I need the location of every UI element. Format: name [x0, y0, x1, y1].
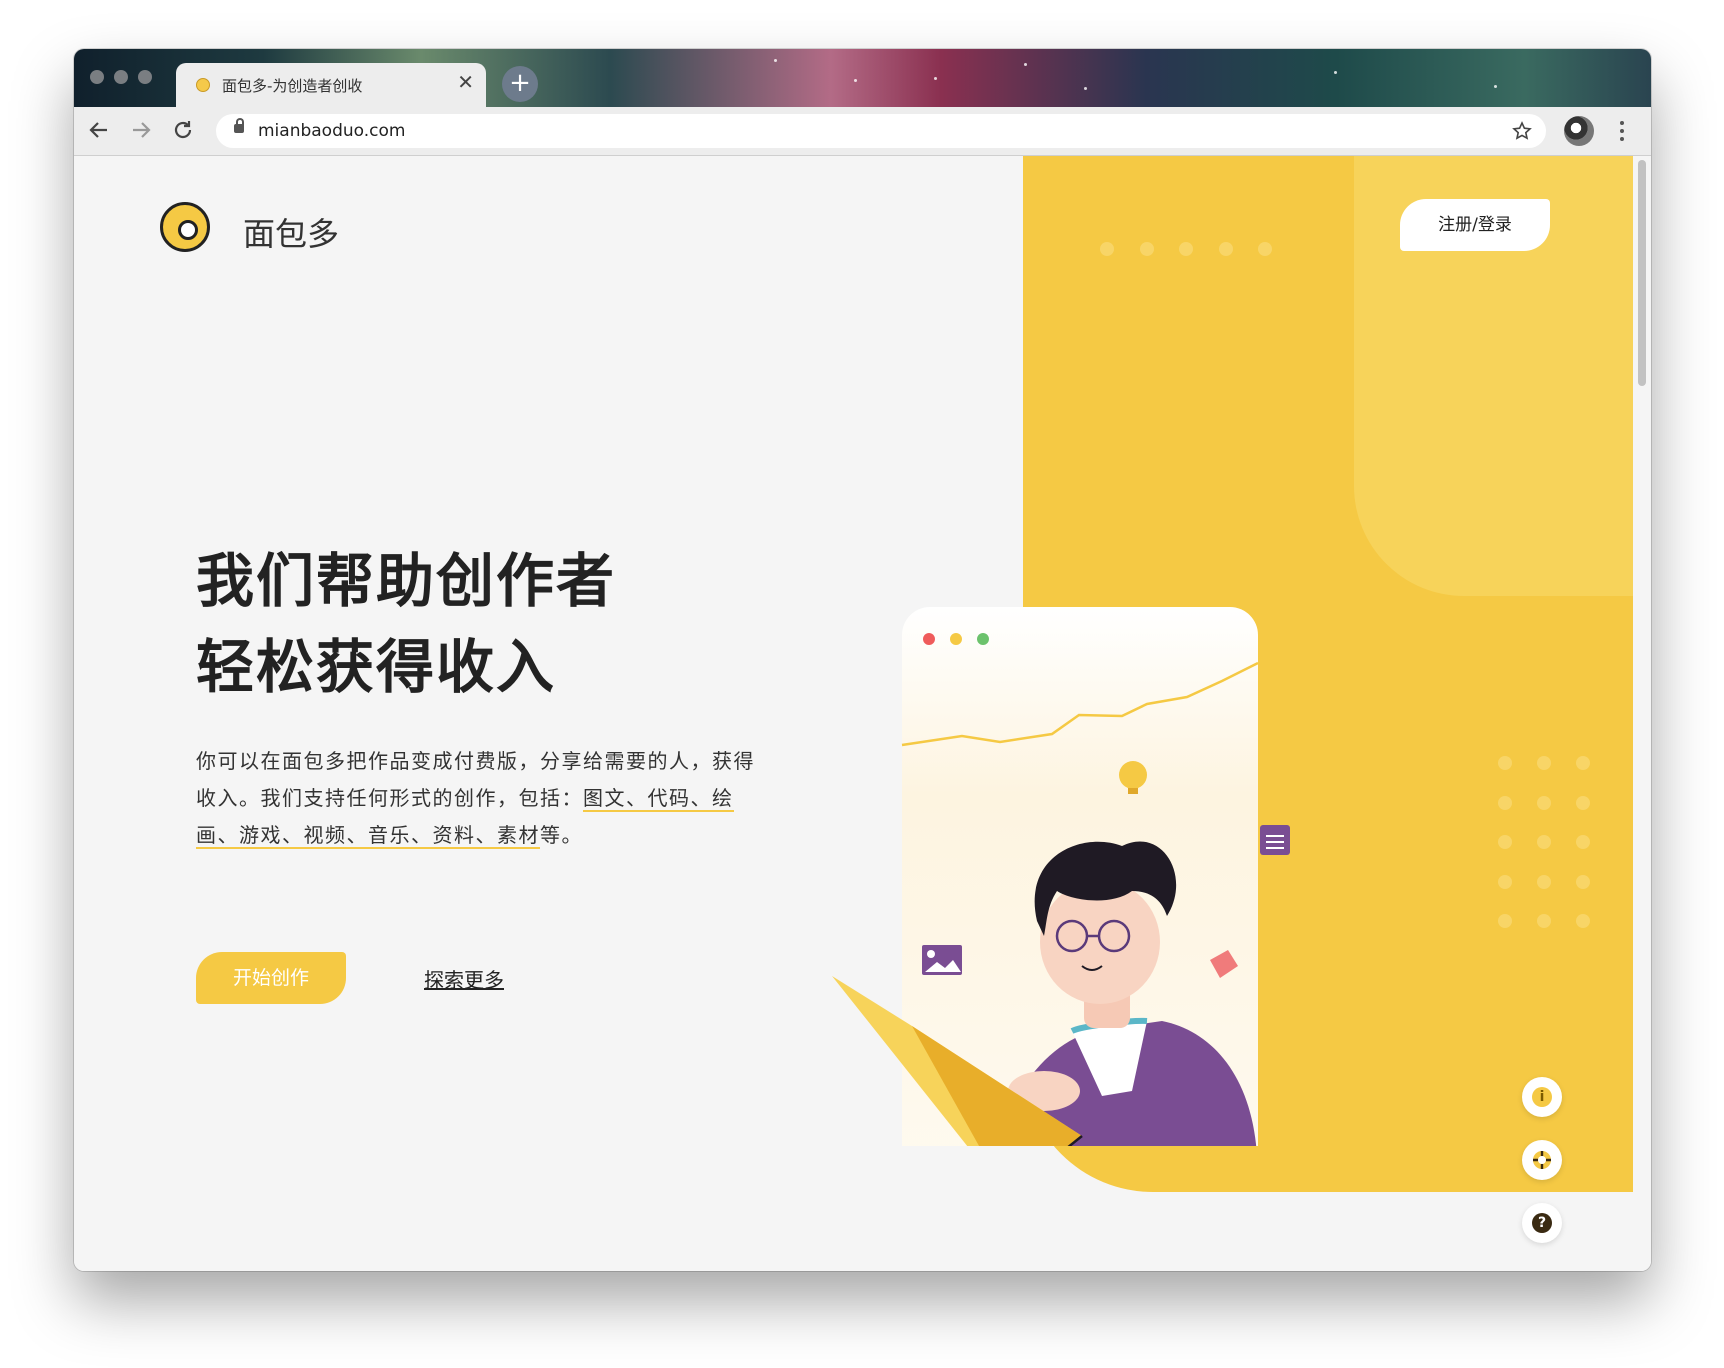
card-dot-green — [977, 633, 989, 645]
question-icon: ? — [1532, 1213, 1552, 1233]
browser-tab[interactable]: 面包多-为创造者创收 ✕ — [176, 63, 486, 107]
reload-icon[interactable] — [172, 119, 194, 141]
scrollbar-thumb[interactable] — [1638, 160, 1646, 386]
browser-window: 面包多-为创造者创收 ✕ + mianbaoduo.com 面包多 注册/登录 … — [74, 49, 1651, 1271]
login-register-button[interactable]: 注册/登录 — [1400, 199, 1550, 251]
creator-illustration — [832, 607, 1290, 1146]
decor-dot — [1576, 796, 1590, 810]
star-icon[interactable] — [1512, 121, 1532, 141]
decor-dot — [1537, 875, 1551, 889]
decor-dot — [1537, 796, 1551, 810]
help-button[interactable]: ? — [1522, 1203, 1562, 1243]
description-end: 等。 — [540, 823, 583, 847]
decor-dot — [1537, 756, 1551, 770]
hero-title-line-1: 我们帮助创作者 — [196, 547, 617, 615]
title-bar: 面包多-为创造者创收 ✕ + — [74, 49, 1651, 107]
card-dot-red — [923, 633, 935, 645]
favicon-icon — [196, 78, 210, 92]
decor-dot — [1576, 875, 1590, 889]
new-tab-button[interactable]: + — [502, 66, 538, 102]
tab-close-icon[interactable]: ✕ — [457, 72, 474, 92]
background-star — [1334, 71, 1337, 74]
lightbulb-base — [1128, 788, 1138, 794]
close-window-button[interactable] — [90, 70, 104, 84]
decor-dot — [1498, 875, 1512, 889]
decor-dot — [1576, 835, 1590, 849]
card-dot-yellow — [950, 633, 962, 645]
lifebuoy-icon — [1533, 1151, 1551, 1169]
back-arrow-icon[interactable] — [88, 119, 110, 141]
start-creating-button[interactable]: 开始创作 — [196, 952, 346, 1004]
url-text: mianbaoduo.com — [258, 121, 406, 141]
background-star — [774, 59, 777, 62]
decor-dot — [1498, 835, 1512, 849]
lightbulb-info-button[interactable]: i — [1522, 1077, 1562, 1117]
decor-dot — [1179, 242, 1193, 256]
lightbulb-info-icon: i — [1532, 1087, 1552, 1107]
document-icon — [1260, 825, 1290, 855]
background-star — [1084, 87, 1087, 90]
kebab-menu-icon[interactable] — [1619, 120, 1625, 142]
decor-dot — [1498, 756, 1512, 770]
profile-avatar[interactable] — [1564, 116, 1594, 146]
decor-dot — [1498, 796, 1512, 810]
background-star — [934, 77, 937, 80]
lightbulb-icon — [1119, 761, 1147, 789]
browser-toolbar: mianbaoduo.com — [74, 107, 1651, 156]
decor-dot — [1537, 914, 1551, 928]
hero-title-line-2: 轻松获得收入 — [196, 633, 557, 701]
decor-dot — [1100, 242, 1114, 256]
page-viewport: 面包多 注册/登录 我们帮助创作者 轻松获得收入 你可以在面包多把作品变成付费版… — [74, 156, 1651, 1271]
explore-more-link[interactable]: 探索更多 — [424, 964, 504, 993]
support-button[interactable] — [1522, 1140, 1562, 1180]
decor-dot — [1258, 242, 1272, 256]
decor-dot — [1576, 756, 1590, 770]
decor-dot — [1576, 914, 1590, 928]
zoom-window-button[interactable] — [138, 70, 152, 84]
decor-dot — [1498, 914, 1512, 928]
decor-dot — [1219, 242, 1233, 256]
background-star — [1024, 63, 1027, 66]
brand-name[interactable]: 面包多 — [243, 209, 339, 255]
background-star — [854, 79, 857, 82]
donut-logo-icon[interactable] — [160, 202, 210, 252]
decor-dot — [1537, 835, 1551, 849]
background-star — [1494, 85, 1497, 88]
tab-title: 面包多-为创造者创收 — [222, 77, 363, 95]
forward-arrow-icon[interactable] — [130, 119, 152, 141]
lock-icon — [234, 118, 244, 133]
hero-description: 你可以在面包多把作品变成付费版，分享给需要的人，获得收入。我们支持任何形式的创作… — [196, 743, 756, 854]
decor-dot — [1140, 242, 1154, 256]
minimize-window-button[interactable] — [114, 70, 128, 84]
address-bar[interactable]: mianbaoduo.com — [216, 114, 1546, 148]
